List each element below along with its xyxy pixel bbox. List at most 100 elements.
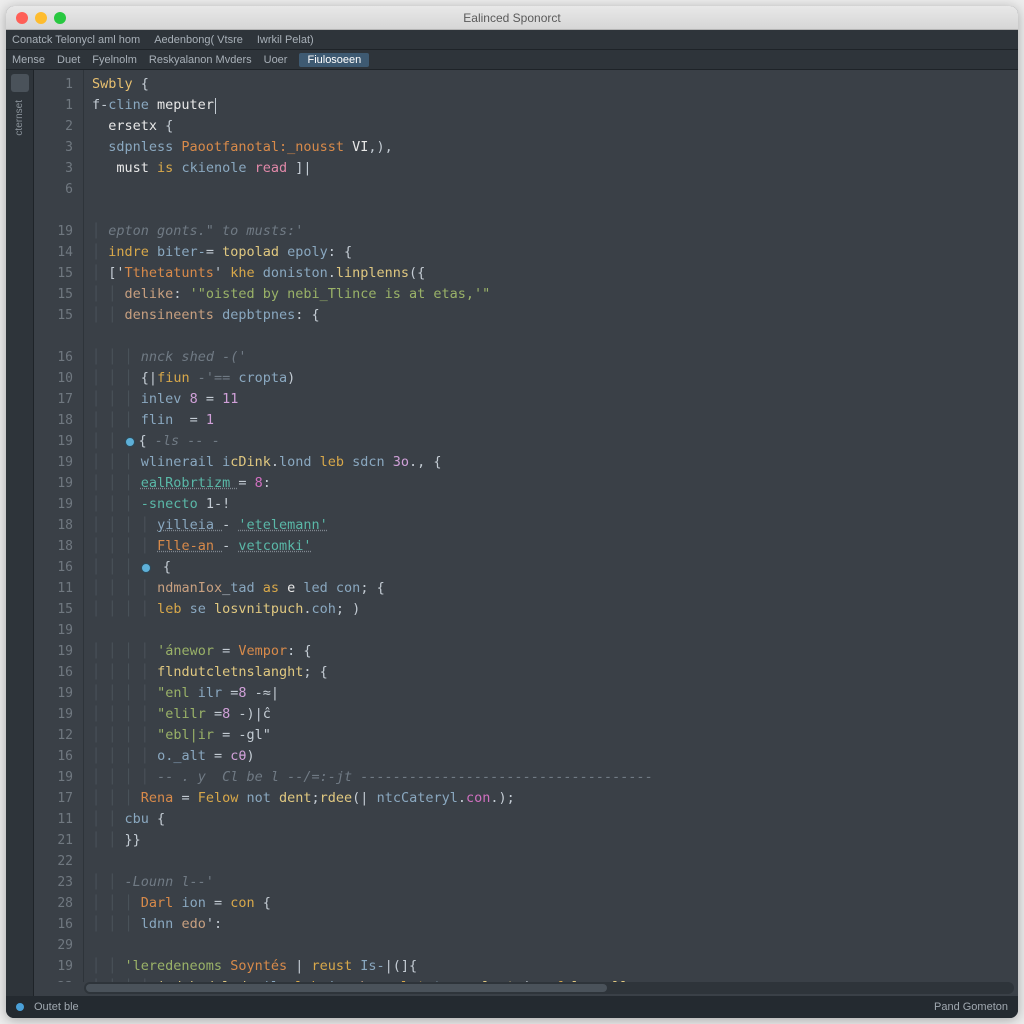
gutter-line: 10: [38, 368, 73, 389]
traffic-lights: [16, 12, 66, 24]
gutter-line: 16: [38, 662, 73, 683]
gutter-line: 23: [38, 872, 73, 893]
gutter-line: 17: [38, 788, 73, 809]
gutter-line: 16: [38, 914, 73, 935]
window-title: Ealinced Sponorct: [6, 11, 1018, 25]
breakpoint-icon[interactable]: [141, 563, 151, 573]
code-line[interactable]: │ │ }}: [92, 830, 1010, 851]
code-line[interactable]: f-cline meputer: [92, 95, 1010, 116]
code-line[interactable]: │ │ 'leredeneoms Soyntés | reust Is-|(]{: [92, 956, 1010, 977]
menu-tab-3[interactable]: Reskyalanon Mvders: [149, 54, 252, 66]
gutter-line: 29: [38, 935, 73, 956]
code-line[interactable]: Swbly {: [92, 74, 1010, 95]
code-lines[interactable]: Swbly {f-cline meputer ersetx { sdpnless…: [84, 70, 1018, 982]
gutter-line: 19: [38, 956, 73, 977]
gutter-line: [38, 326, 73, 347]
code-line[interactable]: │ │ │ ldnn edo':: [92, 914, 1010, 935]
menu-tab-1[interactable]: Duet: [57, 54, 80, 66]
code-line[interactable]: │ │ │ flin = 1: [92, 410, 1010, 431]
file-tab-0[interactable]: Conatck Telonycl aml hom: [12, 34, 140, 46]
code-area[interactable]: 1123361914151515161017181919191918181611…: [34, 70, 1018, 982]
code-line[interactable]: │ ['Tthetatunts' khe doniston.linplenns(…: [92, 263, 1010, 284]
menu-tab-2[interactable]: Fyelnolm: [92, 54, 137, 66]
gutter-line: 17: [38, 389, 73, 410]
file-tab-1[interactable]: Aedenbong( Vtsre: [154, 34, 243, 46]
gutter-line: 2: [38, 116, 73, 137]
line-gutter: 1123361914151515161017181919191918181611…: [34, 70, 84, 982]
code-line[interactable]: must is ckienole read ]|: [92, 158, 1010, 179]
scrollbar-thumb[interactable]: [86, 984, 607, 992]
code-line[interactable]: │ │ │ wlinerail icDink.lond leb sdcn 3o.…: [92, 452, 1010, 473]
code-line[interactable]: │ │ delike: '"oisted by nebi_Tlince is a…: [92, 284, 1010, 305]
code-line[interactable]: │ │ │ │ leb se losvnitpuch.coh; ): [92, 599, 1010, 620]
file-tab-2[interactable]: Iwrkil Pelat): [257, 34, 314, 46]
code-line[interactable]: ersetx {: [92, 116, 1010, 137]
code-line[interactable]: │ │ │ │ 'ánewor = Vempor: {: [92, 641, 1010, 662]
code-line[interactable]: │ indre biter-= topolad epoly: {: [92, 242, 1010, 263]
code-line[interactable]: │ │ │ nnck shed -(': [92, 347, 1010, 368]
code-line[interactable]: │ │ │ ealRobrtizm = 8:: [92, 473, 1010, 494]
titlebar: Ealinced Sponorct: [6, 6, 1018, 30]
code-line[interactable]: │ │ │ {|fiun -'== cropta): [92, 368, 1010, 389]
code-line[interactable]: [92, 620, 1010, 641]
code-line[interactable]: sdpnless Paootfanotal:_nousst VI,),: [92, 137, 1010, 158]
gutter-line: 1: [38, 95, 73, 116]
code-line[interactable]: │ │ -Lounn l--': [92, 872, 1010, 893]
code-line[interactable]: │ │ │ │ flndutcletnslanght; {: [92, 662, 1010, 683]
gutter-line: 19: [38, 767, 73, 788]
breakpoint-icon[interactable]: [125, 437, 135, 447]
code-line[interactable]: │ │ │ │ yilleia - 'etelemann': [92, 515, 1010, 536]
code-line[interactable]: │ │ │ Darl ion = con {: [92, 893, 1010, 914]
gutter-line: 23: [38, 977, 73, 982]
code-line[interactable]: │ │ │ │ -- . y Cl be l --/=:-jt --------…: [92, 767, 1010, 788]
gutter-line: 19: [38, 452, 73, 473]
code-line[interactable]: │ │ │ │ "enl ilr =8 -≈|: [92, 683, 1010, 704]
gutter-line: 19: [38, 431, 73, 452]
menu-tab-5[interactable]: Fiulosoeen: [299, 53, 369, 67]
code-line[interactable]: │ │ │ inlev 8 = 11: [92, 389, 1010, 410]
tabbar-files: Conatck Telonycl aml hom Aedenbong( Vtsre…: [6, 30, 1018, 50]
zoom-icon[interactable]: [54, 12, 66, 24]
gutter-line: 15: [38, 284, 73, 305]
code-line[interactable]: │ │ │ Rena = Felow not dent;rdee(| ntcCa…: [92, 788, 1010, 809]
code-line[interactable]: │ │ { -ls -- -: [92, 431, 1010, 452]
code-line[interactable]: │ │ │ │ o._alt = ϲθ): [92, 746, 1010, 767]
status-dot-icon: [16, 1003, 24, 1011]
code-line[interactable]: │ epton gonts." to musts:': [92, 221, 1010, 242]
minimize-icon[interactable]: [35, 12, 47, 24]
horizontal-scrollbar[interactable]: [84, 982, 1014, 994]
sidebar-tool-icon[interactable]: [11, 74, 29, 92]
code-line[interactable]: │ │ │ │ Flle-an - vetcomki': [92, 536, 1010, 557]
gutter-line: 16: [38, 347, 73, 368]
code-line[interactable]: │ │ cbu {: [92, 809, 1010, 830]
gutter-line: 15: [38, 305, 73, 326]
status-right-text[interactable]: Pand Gometon: [934, 1001, 1008, 1013]
gutter-line: 15: [38, 263, 73, 284]
gutter-line: 3: [38, 158, 73, 179]
gutter-line: 3: [38, 137, 73, 158]
code-line[interactable]: │ │ │ │ "ebl|ir = -gl": [92, 725, 1010, 746]
tabbar-menu: Mense Duet Fyelnolm Reskyalanon Mvders Uoer F…: [6, 50, 1018, 70]
code-line[interactable]: [92, 326, 1010, 347]
gutter-line: 16: [38, 746, 73, 767]
close-icon[interactable]: [16, 12, 28, 24]
code-line[interactable]: [92, 851, 1010, 872]
code-line[interactable]: [92, 935, 1010, 956]
code-line[interactable]: [92, 200, 1010, 221]
code-line[interactable]: │ │ │ -snecto 1-!: [92, 494, 1010, 515]
gutter-line: 12: [38, 725, 73, 746]
gutter-line: 28: [38, 893, 73, 914]
code-line[interactable]: [92, 179, 1010, 200]
code-line[interactable]: │ │ │ │ "elilr =8 -)|ĉ: [92, 704, 1010, 725]
code-line[interactable]: │ │ densineents depbtpnes: {: [92, 305, 1010, 326]
gutter-line: 18: [38, 410, 73, 431]
gutter-line: 18: [38, 536, 73, 557]
text-cursor: [215, 98, 216, 114]
gutter-line: 19: [38, 683, 73, 704]
code-line[interactable]: │ │ │ │ ndmanIox_tad as e led con; {: [92, 578, 1010, 599]
menu-tab-4[interactable]: Uoer: [264, 54, 288, 66]
gutter-line: 11: [38, 809, 73, 830]
menu-tab-0[interactable]: Mense: [12, 54, 45, 66]
code-line[interactable]: │ │ │ {: [92, 557, 1010, 578]
gutter-line: 14: [38, 242, 73, 263]
